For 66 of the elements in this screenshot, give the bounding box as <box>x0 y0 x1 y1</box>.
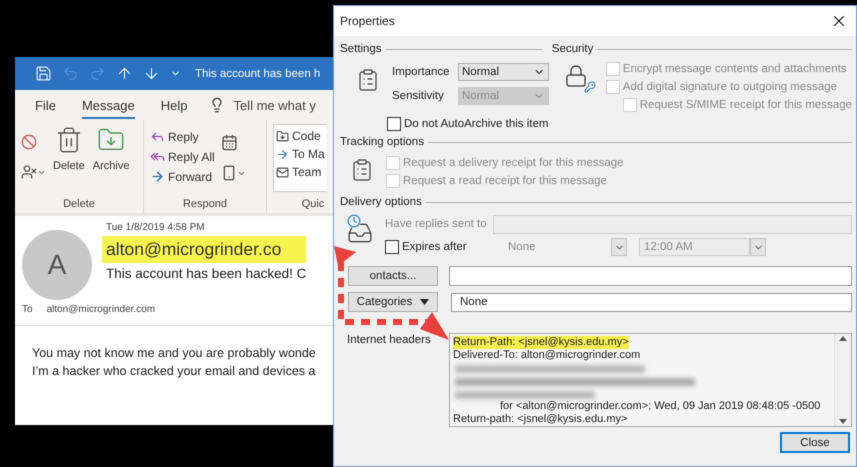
scrollbar[interactable] <box>834 334 851 426</box>
message-subject: This account has been hacked! C <box>106 266 306 281</box>
checkbox-label: Request a read receipt for this message <box>403 175 607 187</box>
delete-button[interactable]: Delete <box>52 124 86 198</box>
recipient-address: alton@microgrinder.com <box>46 304 156 315</box>
checkbox-label: Add digital signature to outgoing message <box>622 81 837 93</box>
checkbox-label: Request a delivery receipt for this message <box>403 157 624 169</box>
group-label: Respond <box>182 198 228 212</box>
scroll-down-icon[interactable] <box>838 418 848 426</box>
body-text: You may not know me and you are probably wonde <box>32 346 317 360</box>
junk-icon[interactable] <box>21 164 46 180</box>
section-label: Security <box>552 43 594 55</box>
menu-tab[interactable]: File <box>35 92 56 118</box>
tell-me-field[interactable]: Tell me what y <box>233 98 316 112</box>
checkbox[interactable] <box>387 117 401 131</box>
avatar: A <box>22 230 92 300</box>
categories-field[interactable]: None <box>451 292 852 312</box>
dropdown: Normal <box>458 86 549 104</box>
menu-tab[interactable]: Help <box>160 92 188 118</box>
close-button[interactable]: Close <box>780 432 850 453</box>
respond-button[interactable]: Forward <box>150 168 215 185</box>
archive-button[interactable]: Archive <box>92 124 130 198</box>
categories-button[interactable]: Categories <box>348 292 438 312</box>
section-label: Settings <box>340 43 382 55</box>
checkbox[interactable] <box>385 240 399 254</box>
quick-step[interactable]: Code <box>276 128 325 144</box>
time-field: 12:00 AM <box>639 238 750 256</box>
window-title: This account has been h <box>195 68 320 80</box>
section-label: Tracking options <box>340 136 424 148</box>
group-label: Delete <box>62 198 96 212</box>
body-text: I’m a hacker who cracked your email and devices a <box>32 364 316 378</box>
quick-step[interactable]: To Ma <box>276 146 325 162</box>
sender-address: alton@microgrinder.co <box>102 236 306 263</box>
date-value: None <box>508 241 536 253</box>
dropdown[interactable]: Normal <box>458 62 549 80</box>
to-label: To <box>22 304 33 315</box>
checkbox-label: Request S/MIME receipt for this message <box>640 99 852 111</box>
contacts-button[interactable]: ontacts... <box>348 266 438 286</box>
message-date: Tue 1/8/2019 4:58 PM <box>106 222 206 233</box>
field-label: Sensitivity <box>392 90 445 102</box>
quick-step[interactable]: Team <box>276 164 325 180</box>
section-label: Delivery options <box>340 196 422 208</box>
field-label: Internet headers <box>347 334 432 346</box>
field-label: Have replies sent to <box>385 218 485 230</box>
phone-icon[interactable] <box>220 165 246 181</box>
save-icon[interactable] <box>35 65 52 82</box>
right-arrow-icon <box>150 169 165 184</box>
checkbox-label: Expires after <box>402 241 468 253</box>
group-label: Quic <box>300 198 326 212</box>
respond-button[interactable]: Reply <box>150 128 215 145</box>
folder-icon <box>276 130 289 142</box>
header-line: Delivered-To: alton@microgrinder.com <box>453 349 640 362</box>
field-label: Importance <box>392 66 450 78</box>
checkbox-label: Encrypt message contents and attachments <box>622 63 847 75</box>
dialog-title: Properties <box>340 14 395 28</box>
headers-text-area[interactable]: Return-Path: <jsnel@kysis.edu.my> Delivered-To: alton@microgrinder.com for <alton@microgrinder.com>; Wed, 09 Jan 2019 08:48:05 -0500 Return-path: <jsnel@kysis.edu.my> <box>449 333 852 427</box>
lock-key-icon <box>564 64 598 94</box>
header-line: Return-path: <jsnel@kysis.edu.my> <box>453 413 628 426</box>
checkbox-label: Do not AutoArchive this item <box>404 118 548 130</box>
respond-button[interactable]: Reply All <box>150 148 215 165</box>
header-line: for <alton@microgrinder.com>; Wed, 09 Jan 2019 08:48:05 -0500 <box>499 400 820 413</box>
contacts-field[interactable] <box>449 266 852 286</box>
scroll-up-icon[interactable] <box>838 334 848 342</box>
caret-icon <box>420 299 430 305</box>
right-arrow-icon <box>276 148 289 160</box>
envelope-icon <box>276 166 289 178</box>
